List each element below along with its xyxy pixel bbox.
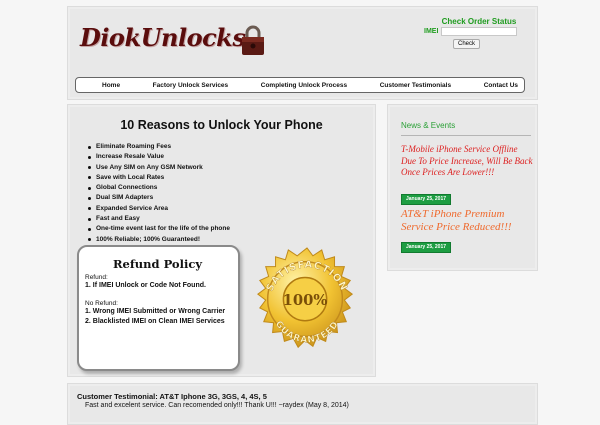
nav-contact-us[interactable]: Contact Us: [484, 82, 518, 89]
refund-policy-title: Refund Policy: [112, 257, 203, 271]
nav-home[interactable]: Home: [102, 82, 120, 89]
divider: [401, 135, 531, 136]
nav-factory-unlock-services[interactable]: Factory Unlock Services: [153, 82, 229, 89]
news-title: News & Events: [401, 121, 456, 130]
refund-policy-box: Refund Policy Refund: 1. If IMEI Unlock …: [77, 245, 240, 371]
list-item: Dual SIM Adapters: [88, 193, 230, 203]
list-item: 100% Reliable; 100% Guaranteed!: [88, 235, 230, 245]
imei-label: IMEI: [424, 28, 439, 35]
logo-text: DiokUnlocks: [80, 23, 246, 52]
list-item: Global Connections: [88, 183, 230, 193]
no-refund-label: No Refund:: [85, 299, 118, 307]
check-order-status: Check Order Status IMEI Check: [424, 17, 534, 49]
list-item: Expanded Service Area: [88, 204, 230, 214]
news-panel: News & Events T-Mobile iPhone Service Of…: [387, 104, 538, 271]
no-refund-item: 1. Wrong IMEI Submitted or Wrong Carrier: [85, 307, 226, 315]
nav-completing-unlock-process[interactable]: Completing Unlock Process: [261, 82, 347, 89]
testimonial-title: Customer Testimonial: AT&T Iphone 3G, 3G…: [77, 392, 267, 401]
header-panel: DiokUnlocks Check Order Status IMEI Chec…: [67, 6, 538, 100]
check-button[interactable]: Check: [453, 39, 481, 49]
site-logo[interactable]: DiokUnlocks: [80, 21, 270, 61]
satisfaction-seal: SATISFACTION GUARANTEED 100%: [257, 247, 354, 349]
padlock-icon: [242, 25, 264, 55]
news-item-link[interactable]: T-Mobile iPhone Service Offline Due To P…: [401, 144, 533, 179]
main-content-panel: 10 Reasons to Unlock Your Phone Eliminat…: [67, 104, 376, 377]
news-item-link[interactable]: AT&T iPhone Premium Service Price Reduce…: [401, 208, 533, 234]
page-title: 10 Reasons to Unlock Your Phone: [120, 118, 323, 132]
no-refund-item: 2. Blacklisted IMEI on Clean IMEI Servic…: [85, 318, 225, 325]
date-badge: January 25, 2017: [401, 194, 452, 205]
list-item: One-time event last for the life of the …: [88, 224, 230, 234]
refund-item: 1. If IMEI Unlock or Code Not Found.: [85, 282, 206, 289]
refund-label: Refund:: [85, 274, 108, 281]
list-item: Use Any SIM on Any GSM Network: [88, 163, 230, 173]
list-item: Save with Local Rates: [88, 173, 230, 183]
check-order-title: Check Order Status: [441, 17, 517, 26]
date-badge: January 25, 2017: [401, 242, 452, 253]
list-item: Eliminate Roaming Fees: [88, 142, 230, 152]
list-item: Increase Resale Value: [88, 152, 230, 162]
testimonial-body: Fast and excelent service. Can recomende…: [85, 402, 349, 409]
main-nav: Home Factory Unlock Services Completing …: [75, 77, 525, 93]
imei-input[interactable]: [441, 27, 518, 36]
reasons-list: Eliminate Roaming Fees Increase Resale V…: [88, 142, 230, 245]
list-item: Fast and Easy: [88, 214, 230, 224]
testimonial-panel: Customer Testimonial: AT&T Iphone 3G, 3G…: [67, 383, 538, 425]
nav-customer-testimonials[interactable]: Customer Testimonials: [380, 82, 451, 89]
seal-center-text: 100%: [283, 292, 328, 309]
